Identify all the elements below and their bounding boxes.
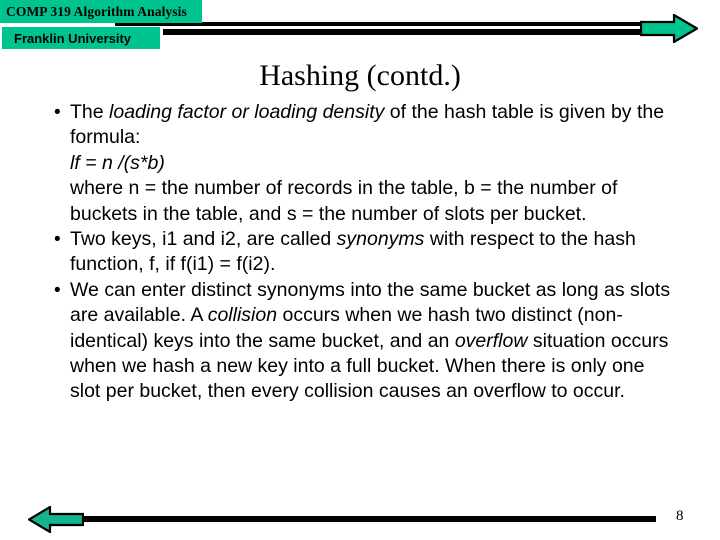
slide-header: COMP 319 Algorithm Analysis Franklin Uni… <box>0 0 720 56</box>
course-title-label: COMP 319 Algorithm Analysis <box>6 3 187 19</box>
bullet-marker-icon: • <box>54 102 61 123</box>
emphasis-text: collision <box>207 304 278 327</box>
plain-text: Two keys, i1 and i2, are called <box>70 228 337 251</box>
university-banner: Franklin University <box>2 27 160 49</box>
bullet-marker-icon: • <box>54 229 61 251</box>
emphasis-text: overflow <box>454 329 528 352</box>
right-arrow-icon <box>639 13 700 44</box>
plain-text: The <box>70 101 110 123</box>
bullet-text: Two keys, i1 and i2, are called synonyms… <box>70 227 680 278</box>
page-number: 8 <box>676 508 684 524</box>
bullet-item: • We can enter distinct synonyms into th… <box>44 278 680 405</box>
emphasis-text: synonyms <box>336 228 425 251</box>
university-label: Franklin University <box>14 30 132 46</box>
bullet-marker-icon: • <box>54 279 61 301</box>
emphasis-text: lf = n /(s*b) <box>70 151 165 174</box>
bullet-line: where n = the number of records in the t… <box>70 176 680 227</box>
plain-text: where n = the number of records in the t… <box>70 177 618 225</box>
course-title-banner: COMP 319 Algorithm Analysis <box>0 0 202 23</box>
left-arrow-icon <box>26 505 85 534</box>
footer-rule <box>78 516 656 522</box>
bullet-text: The loading factor or loading density of… <box>70 100 680 227</box>
slide-body: • The loading factor or loading density o… <box>44 100 680 405</box>
header-rule-bottom <box>163 29 644 35</box>
bullet-line: The loading factor or loading density of… <box>70 100 680 151</box>
emphasis-text: loading factor or loading density <box>109 101 385 123</box>
bullet-text: We can enter distinct synonyms into the … <box>70 278 680 405</box>
bullet-item: • The loading factor or loading density o… <box>44 100 680 227</box>
slide-title: Hashing (contd.) <box>259 59 461 92</box>
bullet-line: lf = n /(s*b) <box>70 151 680 176</box>
bullet-line: We can enter distinct synonyms into the … <box>70 278 680 405</box>
slide-footer: 8 <box>0 496 720 540</box>
bullet-item: • Two keys, i1 and i2, are called synonym… <box>44 227 680 278</box>
bullet-line: Two keys, i1 and i2, are called synonyms… <box>70 227 680 278</box>
